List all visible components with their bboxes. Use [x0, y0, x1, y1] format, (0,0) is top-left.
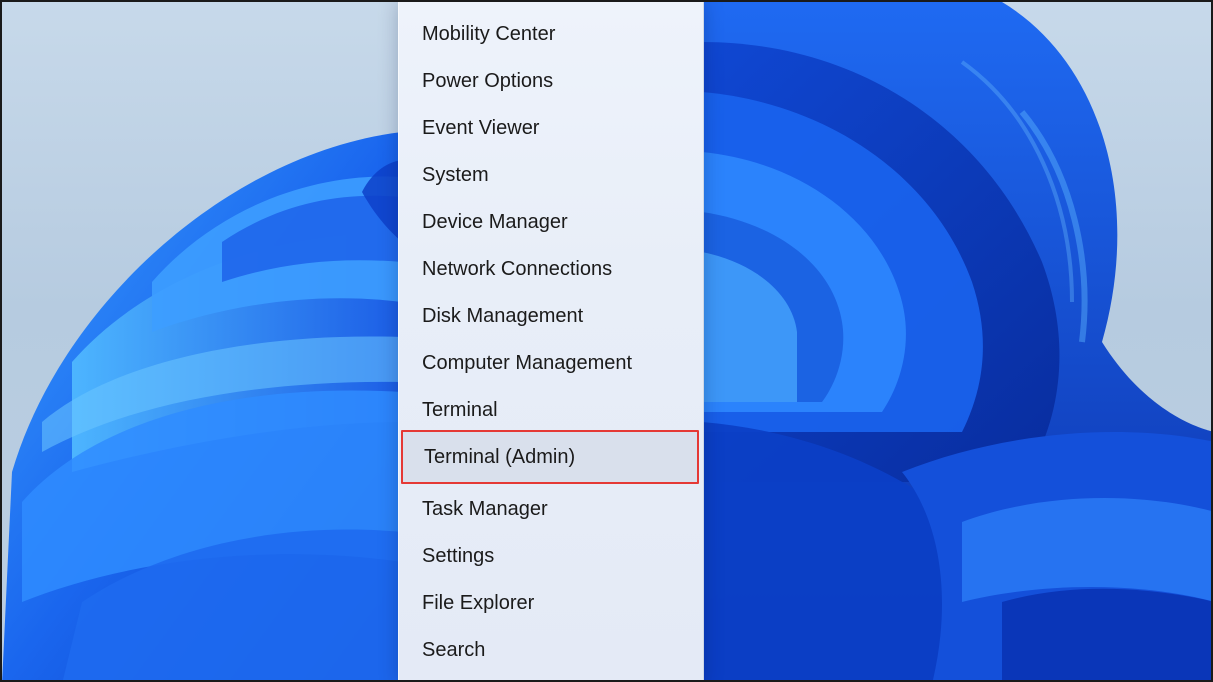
menu-item-device-manager[interactable]: Device Manager [399, 200, 703, 244]
desktop: Mobility Center Power Options Event View… [0, 0, 1213, 682]
menu-item-terminal[interactable]: Terminal [399, 388, 703, 432]
menu-item-terminal-admin[interactable]: Terminal (Admin) [401, 430, 699, 484]
menu-item-task-manager[interactable]: Task Manager [399, 487, 703, 531]
menu-item-mobility-center[interactable]: Mobility Center [399, 12, 703, 56]
menu-item-computer-management[interactable]: Computer Management [399, 341, 703, 385]
menu-item-power-options[interactable]: Power Options [399, 59, 703, 103]
menu-item-event-viewer[interactable]: Event Viewer [399, 106, 703, 150]
menu-item-network-connections[interactable]: Network Connections [399, 247, 703, 291]
power-user-menu: Mobility Center Power Options Event View… [398, 2, 704, 680]
menu-item-search[interactable]: Search [399, 628, 703, 672]
menu-item-disk-management[interactable]: Disk Management [399, 294, 703, 338]
menu-item-system[interactable]: System [399, 153, 703, 197]
menu-item-settings[interactable]: Settings [399, 534, 703, 578]
menu-item-file-explorer[interactable]: File Explorer [399, 581, 703, 625]
